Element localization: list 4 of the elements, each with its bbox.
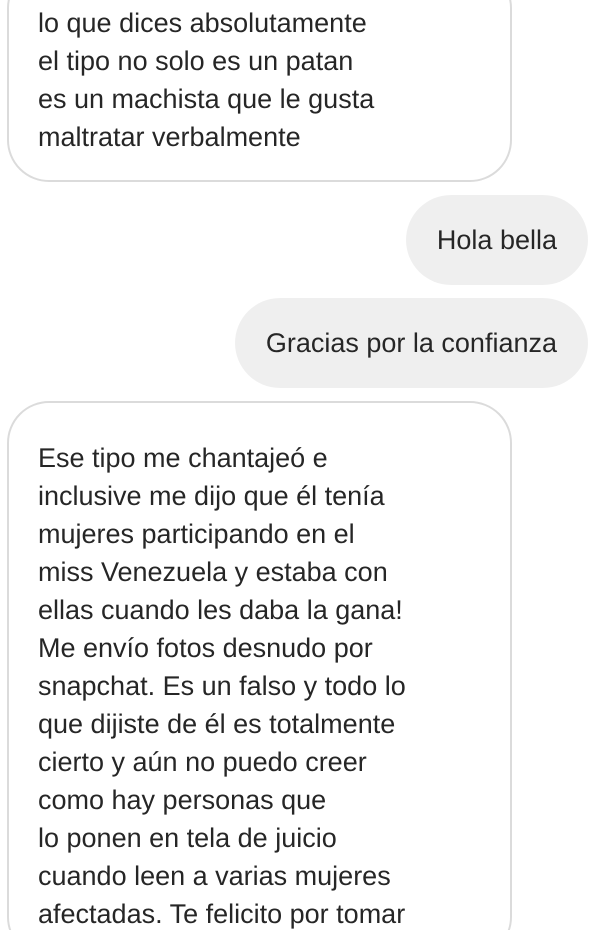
message-bubble: Hola bella [406,195,588,285]
message-bubble: Ese tipo me chantajeó e inclusive me dijo que él tenía mujeres participando en el miss Venezuela y estaba con ellas cuando les daba la gana! Me envío fotos desnudo por snapchat. Es un falso y todo lo que dijiste de él es totalmente cierto y aún no puedo creer como hay personas que lo ponen en tela de juicio cuando leen a varias mujeres afectadas. Te felicito por tomar [7,401,512,930]
message-bubble: Gracias por la confianza [234,298,588,388]
message-bubble: lo que dices absolutamente el tipo no solo es un patan es un machista que le gusta maltratar verbalmente [7,0,512,182]
